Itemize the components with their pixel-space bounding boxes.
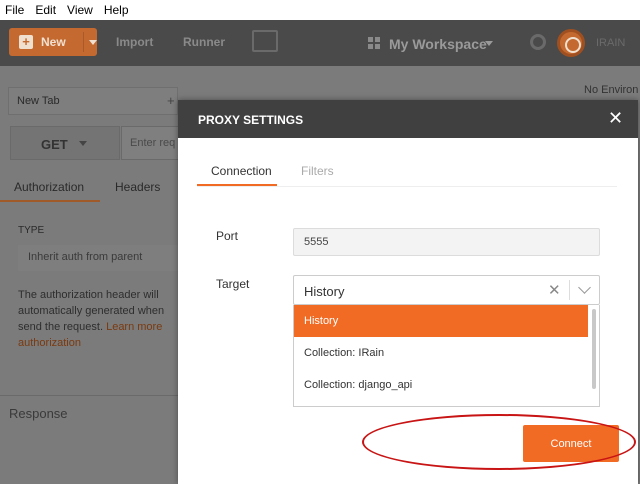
import-button[interactable]: Import	[116, 35, 153, 49]
auth-type-select[interactable]: Inherit auth from parent	[18, 245, 180, 271]
response-heading: Response	[9, 406, 68, 421]
modal-header: PROXY SETTINGS ✕	[178, 100, 638, 138]
app-toolbar: + New Import Runner My Workspace IRAIN	[0, 20, 640, 66]
workspace-selector[interactable]: My Workspace	[389, 36, 487, 52]
clear-icon[interactable]: ✕	[548, 281, 561, 299]
chevron-down-icon[interactable]	[578, 281, 591, 294]
target-select[interactable]: History ✕	[293, 275, 600, 305]
add-tab-icon[interactable]: +	[167, 93, 175, 108]
menu-file[interactable]: File	[0, 3, 30, 17]
chevron-down-icon	[79, 141, 87, 146]
plus-icon: +	[19, 35, 33, 49]
port-label: Port	[216, 229, 239, 243]
learn-more-link-cont[interactable]: authorization	[18, 337, 81, 349]
tab-headers[interactable]: Headers	[115, 180, 160, 194]
divider	[569, 280, 570, 300]
auth-type-value: Inherit auth from parent	[28, 251, 143, 263]
learn-more-link[interactable]: Learn more	[106, 321, 162, 333]
divider	[0, 395, 180, 396]
tab-connection[interactable]: Connection	[211, 164, 272, 178]
annotation-ellipse	[362, 414, 636, 470]
method-select[interactable]: GET	[10, 126, 120, 160]
auth-desc-line: The authorization header will	[18, 289, 159, 301]
auth-desc-line: send the request.	[18, 321, 104, 333]
user-menu[interactable]: IRAIN	[596, 37, 625, 49]
close-icon[interactable]: ✕	[608, 108, 623, 128]
url-input[interactable]: Enter req	[121, 126, 181, 160]
new-button-label: New	[41, 35, 66, 49]
auth-description: The authorization header will automatica…	[18, 287, 183, 351]
runner-button[interactable]: Runner	[183, 35, 225, 49]
interceptor-icon[interactable]	[530, 34, 546, 50]
workspace-caret-icon	[485, 41, 493, 46]
new-window-icon[interactable]	[252, 30, 278, 52]
menu-view[interactable]: View	[62, 3, 99, 17]
divider	[197, 186, 617, 187]
menu-edit[interactable]: Edit	[30, 3, 62, 17]
dropdown-option[interactable]: History	[294, 305, 588, 337]
environment-selector[interactable]: No Environ	[584, 84, 638, 96]
new-button-divider	[83, 32, 84, 52]
dropdown-option[interactable]: Collection: IRain	[294, 337, 588, 369]
tab-filters[interactable]: Filters	[301, 164, 334, 178]
method-value: GET	[41, 137, 68, 152]
url-placeholder: Enter req	[130, 137, 176, 149]
port-input[interactable]	[293, 228, 600, 256]
menu-help[interactable]: Help	[99, 3, 135, 17]
caret-down-icon[interactable]	[89, 40, 97, 45]
target-value: History	[304, 284, 345, 299]
auth-type-label: TYPE	[18, 225, 45, 236]
request-tab[interactable]: New Tab +	[8, 87, 178, 115]
target-label: Target	[216, 277, 250, 291]
dropdown-option[interactable]: Collection: django_api	[294, 369, 588, 401]
target-dropdown: History Collection: IRain Collection: dj…	[293, 305, 600, 407]
dropdown-scrollbar[interactable]	[592, 309, 596, 389]
menu-bar: File Edit View Help	[0, 0, 640, 20]
sync-icon[interactable]	[557, 29, 585, 57]
tab-authorization[interactable]: Authorization	[14, 180, 84, 194]
auth-desc-line: automatically generated when	[18, 305, 165, 317]
grid-icon	[368, 37, 380, 49]
request-tab-label: New Tab	[17, 95, 60, 107]
new-button[interactable]: + New	[9, 28, 97, 56]
modal-title: PROXY SETTINGS	[198, 113, 304, 127]
active-tab-indicator	[0, 200, 100, 202]
